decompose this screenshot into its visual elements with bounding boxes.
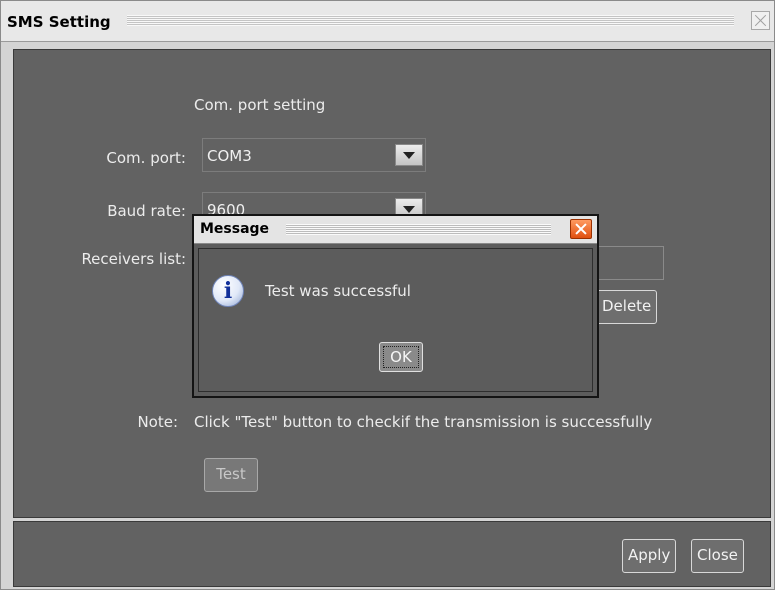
delete-button[interactable]: Delete <box>596 290 658 324</box>
note-label: Note: <box>137 413 178 431</box>
window-title: SMS Setting <box>7 13 111 31</box>
dialog-body: i Test was successful OK <box>198 248 593 392</box>
note-text: Click "Test" button to checkif the trans… <box>194 413 653 431</box>
title-bar[interactable]: SMS Setting <box>1 1 774 42</box>
title-grip <box>127 15 734 26</box>
apply-button[interactable]: Apply <box>622 539 677 573</box>
close-button[interactable]: Close <box>691 539 744 573</box>
dropdown-arrow-icon[interactable] <box>395 144 423 166</box>
footer-bar: Apply Close <box>13 521 771 587</box>
info-icon: i <box>212 275 244 307</box>
com-port-label: Com. port: <box>106 149 186 167</box>
com-port-select[interactable]: COM3 <box>202 138 426 172</box>
dialog-title-grip <box>286 224 551 235</box>
message-dialog: Message i Test was successful OK <box>192 214 599 398</box>
dialog-message: Test was successful <box>265 282 411 300</box>
receivers-list-label: Receivers list: <box>81 250 186 268</box>
ok-label: OK <box>383 346 419 368</box>
dialog-title-bar[interactable]: Message <box>194 216 597 244</box>
message-close-icon[interactable] <box>570 219 592 239</box>
baud-rate-label: Baud rate: <box>107 202 186 220</box>
com-port-value: COM3 <box>207 147 252 165</box>
section-title: Com. port setting <box>194 96 326 114</box>
dialog-title: Message <box>200 221 270 237</box>
test-button[interactable]: Test <box>204 458 258 492</box>
ok-button[interactable]: OK <box>379 342 423 372</box>
close-icon[interactable] <box>751 11 770 30</box>
